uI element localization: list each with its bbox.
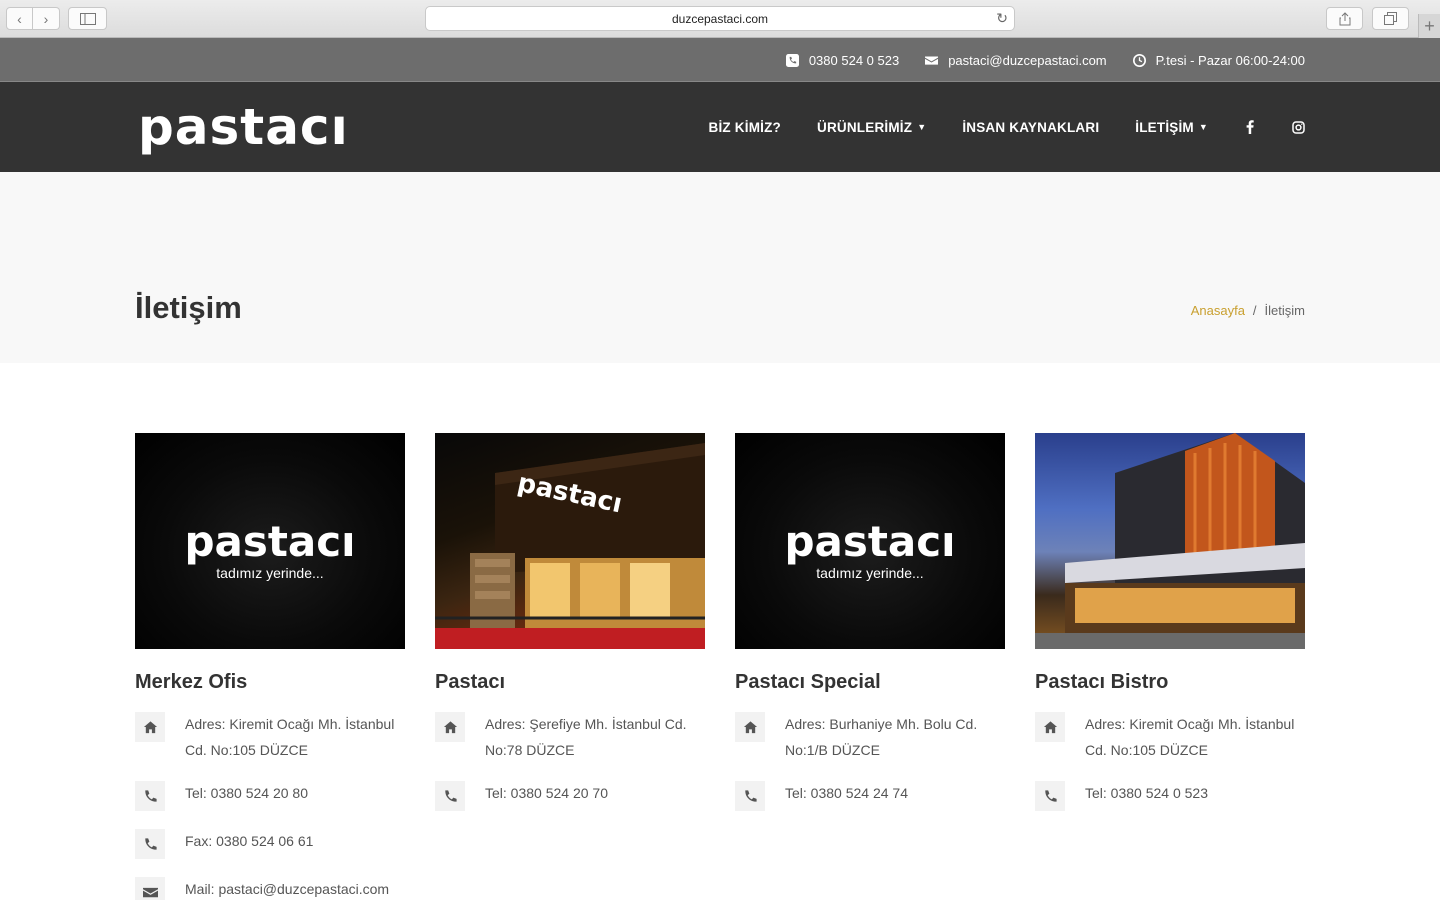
menu-label: ÜRÜNLERİMİZ: [817, 119, 913, 135]
branch-card: pastacı tadımız yerinde... Merkez Ofis A…: [135, 433, 405, 900]
fax-text: Fax: 0380 524 06 61: [185, 833, 314, 849]
top-info-bar: 0380 524 0 523 pastaci@duzcepastaci.com …: [0, 38, 1440, 82]
menu-item-insan-kaynaklari[interactable]: İNSAN KAYNAKLARI: [962, 120, 1099, 135]
topbar-phone[interactable]: 0380 524 0 523: [785, 52, 900, 68]
sidebar-icon: [79, 12, 96, 25]
share-icon: [1339, 11, 1350, 25]
image-tagline: tadımız yerinde...: [216, 565, 324, 581]
branch-title: Merkez Ofis: [135, 671, 248, 693]
url-text: duzcepastaci.com: [671, 11, 769, 26]
forward-button[interactable]: ›: [33, 7, 60, 30]
address-bar[interactable]: duzcepastaci.com ↻: [425, 6, 1015, 31]
branch-card: Pastacı Bistro Adres: Kiremit Ocağı Mh. …: [1035, 433, 1305, 900]
phone-icon: [1035, 781, 1065, 811]
reload-icon[interactable]: ↻: [996, 10, 1008, 27]
address-text: Adres: Kiremit Ocağı Mh. İstanbul Cd. No…: [1085, 716, 1295, 758]
phone-icon: [735, 781, 765, 811]
tabs-overview-button[interactable]: [1372, 7, 1409, 30]
storefront-illustration: pastacı: [435, 443, 705, 649]
plus-icon: +: [1424, 15, 1435, 36]
main-menu: BİZ KİMİZ? ÜRÜNLERİMİZ ▼ İNSAN KAYNAKLARI…: [673, 82, 1306, 172]
address-row: Adres: Burhaniye Mh. Bolu Cd. No:1/B DÜZ…: [735, 712, 1005, 763]
phone-text[interactable]: Tel: 0380 524 20 80: [185, 780, 308, 811]
topbar-hours: P.tesi - Pazar 06:00-24:00: [1132, 52, 1305, 68]
address-row: Adres: Şerefiye Mh. İstanbul Cd. No:78 D…: [435, 712, 705, 763]
image-tagline: tadımız yerinde...: [816, 565, 924, 581]
chevron-down-icon: ▼: [1198, 122, 1208, 132]
address-text: Adres: Şerefiye Mh. İstanbul Cd. No:78 D…: [485, 716, 687, 758]
image-logo-text: pastacı: [784, 517, 956, 566]
envelope-icon: [135, 877, 165, 900]
chevron-right-icon: ›: [43, 10, 49, 27]
new-tab-button[interactable]: +: [1418, 14, 1440, 38]
image-logo-text: pastacı: [184, 517, 356, 566]
home-icon: [735, 712, 765, 742]
branch-image: [1035, 433, 1305, 649]
home-icon: [435, 712, 465, 742]
menu-label: BİZ KİMİZ?: [708, 119, 781, 135]
branch-title: Pastacı Special: [735, 671, 881, 693]
bistro-building-illustration: [1035, 433, 1305, 649]
phone-text[interactable]: Tel: 0380 524 24 74: [785, 780, 908, 811]
phone-row: Tel: 0380 524 24 74: [735, 781, 1005, 811]
topbar-email-text: pastaci@duzcepastaci.com: [948, 52, 1107, 68]
sidebar-toggle-button[interactable]: [68, 7, 107, 30]
address-text: Adres: Burhaniye Mh. Bolu Cd. No:1/B DÜZ…: [785, 716, 978, 758]
back-button[interactable]: ‹: [6, 7, 33, 30]
mail-text[interactable]: Mail: pastaci@duzcepastaci.com: [185, 876, 389, 900]
menu-label: İLETİŞİM: [1135, 119, 1194, 135]
site-header: pastacı BİZ KİMİZ? ÜRÜNLERİMİZ ▼ İNSAN KA…: [0, 82, 1440, 172]
home-icon: [1035, 712, 1065, 742]
phone-icon: [135, 781, 165, 811]
branch-list: pastacı tadımız yerinde... Merkez Ofis A…: [135, 433, 1305, 900]
topbar-email[interactable]: pastaci@duzcepastaci.com: [925, 52, 1107, 68]
branch-image: pastacı tadımız yerinde...: [135, 433, 405, 649]
menu-item-biz-kimiz[interactable]: BİZ KİMİZ?: [709, 120, 782, 135]
breadcrumb-home-link[interactable]: Anasayfa: [1191, 303, 1245, 318]
topbar-phone-text: 0380 524 0 523: [808, 52, 900, 68]
phone-text[interactable]: Tel: 0380 524 0 523: [1085, 780, 1208, 811]
tabs-icon: [1384, 12, 1397, 25]
phone-icon: [135, 829, 165, 859]
chevron-left-icon: ‹: [17, 10, 22, 27]
facebook-link[interactable]: [1246, 120, 1254, 134]
branch-card: pastacı Pastacı Adres: Şerefiye Mh. İsta…: [435, 433, 705, 900]
history-buttons: ‹ ›: [6, 7, 60, 30]
share-button[interactable]: [1326, 7, 1363, 30]
phone-row: Tel: 0380 524 0 523: [1035, 781, 1305, 811]
branch-title: Pastacı: [435, 671, 506, 693]
branch-image: pastacı: [435, 433, 705, 649]
instagram-link[interactable]: [1292, 120, 1305, 134]
phone-row: Tel: 0380 524 20 70: [435, 781, 705, 811]
branch-image: pastacı tadımız yerinde...: [735, 433, 1005, 649]
phone-text[interactable]: Tel: 0380 524 20 70: [485, 780, 608, 811]
instagram-icon: [1292, 120, 1305, 134]
address-row: Adres: Kiremit Ocağı Mh. İstanbul Cd. No…: [135, 712, 405, 763]
envelope-icon: [925, 55, 939, 65]
page-title-band: İletişim Anasayfa / İletişim: [0, 172, 1440, 363]
address-text: Adres: Kiremit Ocağı Mh. İstanbul Cd. No…: [185, 716, 395, 758]
facebook-icon: [1246, 120, 1254, 134]
menu-item-iletisim[interactable]: İLETİŞİM ▼: [1135, 120, 1208, 135]
chevron-down-icon: ▼: [917, 122, 927, 132]
phone-icon: [435, 781, 465, 811]
branch-card: pastacı tadımız yerinde... Pastacı Speci…: [735, 433, 1005, 900]
browser-toolbar: ‹ › duzcepastaci.com ↻ +: [0, 0, 1440, 38]
breadcrumb-separator: /: [1252, 303, 1257, 318]
phone-row: Tel: 0380 524 20 80: [135, 781, 405, 811]
menu-item-urunlerimiz[interactable]: ÜRÜNLERİMİZ ▼: [817, 120, 926, 135]
page-title: İletişim: [135, 290, 242, 325]
branch-title: Pastacı Bistro: [1035, 671, 1169, 693]
menu-label: İNSAN KAYNAKLARI: [962, 119, 1100, 135]
phone-square-icon: [785, 53, 799, 67]
site-logo[interactable]: pastacı: [138, 102, 349, 152]
address-row: Adres: Kiremit Ocağı Mh. İstanbul Cd. No…: [1035, 712, 1305, 763]
home-icon: [135, 712, 165, 742]
fax-row: Fax: 0380 524 06 61: [135, 829, 405, 859]
topbar-hours-text: P.tesi - Pazar 06:00-24:00: [1155, 52, 1305, 68]
breadcrumb-current: İletişim: [1264, 303, 1305, 318]
clock-icon: [1132, 53, 1146, 67]
breadcrumb: Anasayfa / İletişim: [1191, 303, 1305, 318]
mail-row: Mail: pastaci@duzcepastaci.com: [135, 877, 405, 900]
